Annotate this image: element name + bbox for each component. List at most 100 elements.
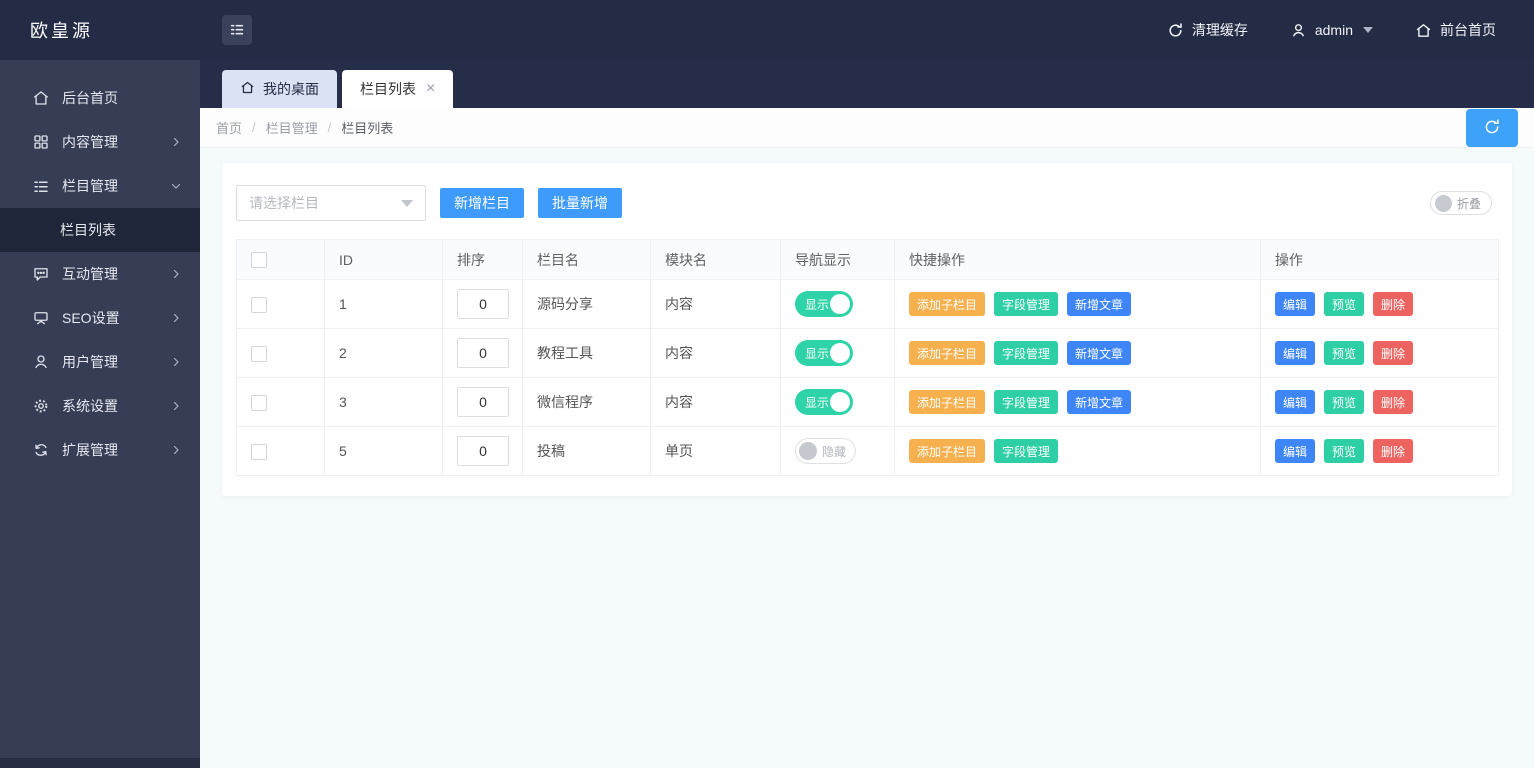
sidebar-collapse-button[interactable] [222, 15, 252, 45]
toolbar: 请选择栏目 新增栏目 批量新增 折叠 [236, 185, 1498, 221]
operation-button[interactable]: 编辑 [1275, 292, 1315, 316]
cell-sort [443, 329, 523, 378]
row-checkbox[interactable] [251, 346, 267, 362]
table-header-row: ID 排序 栏目名 模块名 导航显示 快捷操作 操作 [237, 240, 1499, 280]
breadcrumb-separator: / [328, 120, 332, 135]
tab-label: 栏目列表 [360, 79, 416, 99]
sidebar-item-seo[interactable]: SEO设置 [0, 296, 200, 340]
quick-action-button[interactable]: 添加子栏目 [909, 292, 985, 316]
cell-sort [443, 427, 523, 476]
tab-my-desktop[interactable]: 我的桌面 [222, 70, 337, 108]
sidebar-item-columns[interactable]: 栏目管理 [0, 164, 200, 208]
tab-label: 我的桌面 [263, 79, 319, 99]
sidebar-item-label: 互动管理 [62, 264, 170, 284]
front-home-link[interactable]: 前台首页 [1415, 20, 1496, 40]
quick-action-button[interactable]: 字段管理 [994, 439, 1058, 463]
chevron-right-icon [170, 400, 182, 412]
breadcrumb-home[interactable]: 首页 [216, 118, 242, 137]
grid-icon [32, 133, 50, 151]
cell-module-name: 内容 [651, 378, 781, 427]
operation-button[interactable]: 预览 [1324, 439, 1364, 463]
toggle-label: 显示 [805, 394, 829, 411]
quick-action-button[interactable]: 新增文章 [1067, 341, 1131, 365]
sidebar-item-column-list[interactable]: 栏目列表 [0, 208, 200, 252]
nav-visibility-toggle[interactable]: 显示 [795, 291, 853, 317]
sort-input[interactable] [457, 289, 509, 319]
nav-visibility-toggle[interactable]: 显示 [795, 340, 853, 366]
operation-button[interactable]: 预览 [1324, 292, 1364, 316]
cell-quick-actions: 添加子栏目字段管理 [895, 427, 1261, 476]
cell-quick-actions: 添加子栏目字段管理新增文章 [895, 280, 1261, 329]
operation-button[interactable]: 删除 [1373, 390, 1413, 414]
nav-visibility-toggle[interactable]: 显示 [795, 389, 853, 415]
sidebar-item-system[interactable]: 系统设置 [0, 384, 200, 428]
quick-action-button[interactable]: 字段管理 [994, 390, 1058, 414]
tab-column-list[interactable]: 栏目列表 × [342, 70, 453, 108]
sidebar-item-users[interactable]: 用户管理 [0, 340, 200, 384]
toggle-knob [830, 392, 850, 412]
cell-nav-display: 隐藏 [781, 427, 895, 476]
quick-action-button[interactable]: 字段管理 [994, 292, 1058, 316]
table-row: 2教程工具内容显示添加子栏目字段管理新增文章编辑预览删除 [237, 329, 1499, 378]
quick-action-button[interactable]: 字段管理 [994, 341, 1058, 365]
cell-checkbox [237, 329, 325, 378]
quick-action-button[interactable]: 新增文章 [1067, 390, 1131, 414]
collapse-label: 折叠 [1457, 195, 1481, 212]
row-checkbox[interactable] [251, 395, 267, 411]
operation-button[interactable]: 删除 [1373, 439, 1413, 463]
batch-add-button[interactable]: 批量新增 [538, 188, 622, 218]
row-checkbox[interactable] [251, 444, 267, 460]
chevron-down-icon [1363, 27, 1373, 33]
collapse-toggle[interactable]: 折叠 [1430, 191, 1492, 215]
clear-cache-button[interactable]: 清理缓存 [1167, 20, 1248, 40]
top-bar: 欧皇源 清理缓存 admin [0, 0, 1534, 60]
operation-button[interactable]: 编辑 [1275, 390, 1315, 414]
refresh-icon [1483, 118, 1501, 139]
sort-input[interactable] [457, 436, 509, 466]
quick-action-button[interactable]: 添加子栏目 [909, 341, 985, 365]
table-row: 3微信程序内容显示添加子栏目字段管理新增文章编辑预览删除 [237, 378, 1499, 427]
cell-operations: 编辑预览删除 [1261, 329, 1499, 378]
sidebar-item-interaction[interactable]: 互动管理 [0, 252, 200, 296]
nav-visibility-toggle[interactable]: 隐藏 [795, 438, 856, 464]
sidebar-item-label: 后台首页 [62, 88, 182, 108]
refresh-icon [1167, 22, 1184, 39]
sidebar-item-dashboard[interactable]: 后台首页 [0, 76, 200, 120]
quick-action-button[interactable]: 新增文章 [1067, 292, 1131, 316]
chevron-right-icon [170, 312, 182, 324]
sidebar-item-extensions[interactable]: 扩展管理 [0, 428, 200, 472]
cell-checkbox [237, 378, 325, 427]
user-menu[interactable]: admin [1290, 22, 1373, 39]
sort-input[interactable] [457, 338, 509, 368]
breadcrumb-column-manage[interactable]: 栏目管理 [266, 118, 318, 137]
cell-column-name: 源码分享 [523, 280, 651, 329]
clear-cache-label: 清理缓存 [1192, 20, 1248, 40]
app-logo: 欧皇源 [0, 17, 200, 43]
operation-button[interactable]: 删除 [1373, 341, 1413, 365]
sidebar-item-content[interactable]: 内容管理 [0, 120, 200, 164]
operation-button[interactable]: 编辑 [1275, 341, 1315, 365]
cell-nav-display: 显示 [781, 329, 895, 378]
toggle-label: 隐藏 [822, 443, 846, 460]
column-select[interactable]: 请选择栏目 [236, 185, 426, 221]
quick-action-button[interactable]: 添加子栏目 [909, 439, 985, 463]
row-checkbox[interactable] [251, 297, 267, 313]
operation-button[interactable]: 删除 [1373, 292, 1413, 316]
operation-button[interactable]: 预览 [1324, 390, 1364, 414]
header-id: ID [325, 240, 443, 280]
username: admin [1315, 22, 1353, 38]
refresh-page-button[interactable] [1466, 109, 1518, 147]
cell-operations: 编辑预览删除 [1261, 280, 1499, 329]
operation-button[interactable]: 预览 [1324, 341, 1364, 365]
sidebar: 后台首页 内容管理 栏目管理 栏目列 [0, 60, 200, 768]
chevron-right-icon [170, 268, 182, 280]
operation-button[interactable]: 编辑 [1275, 439, 1315, 463]
add-column-button[interactable]: 新增栏目 [440, 188, 524, 218]
select-all-checkbox[interactable] [251, 252, 267, 268]
breadcrumb-current: 栏目列表 [341, 118, 393, 137]
header-module: 模块名 [651, 240, 781, 280]
sort-input[interactable] [457, 387, 509, 417]
quick-action-button[interactable]: 添加子栏目 [909, 390, 985, 414]
close-icon[interactable]: × [426, 81, 435, 97]
chevron-right-icon [170, 444, 182, 456]
